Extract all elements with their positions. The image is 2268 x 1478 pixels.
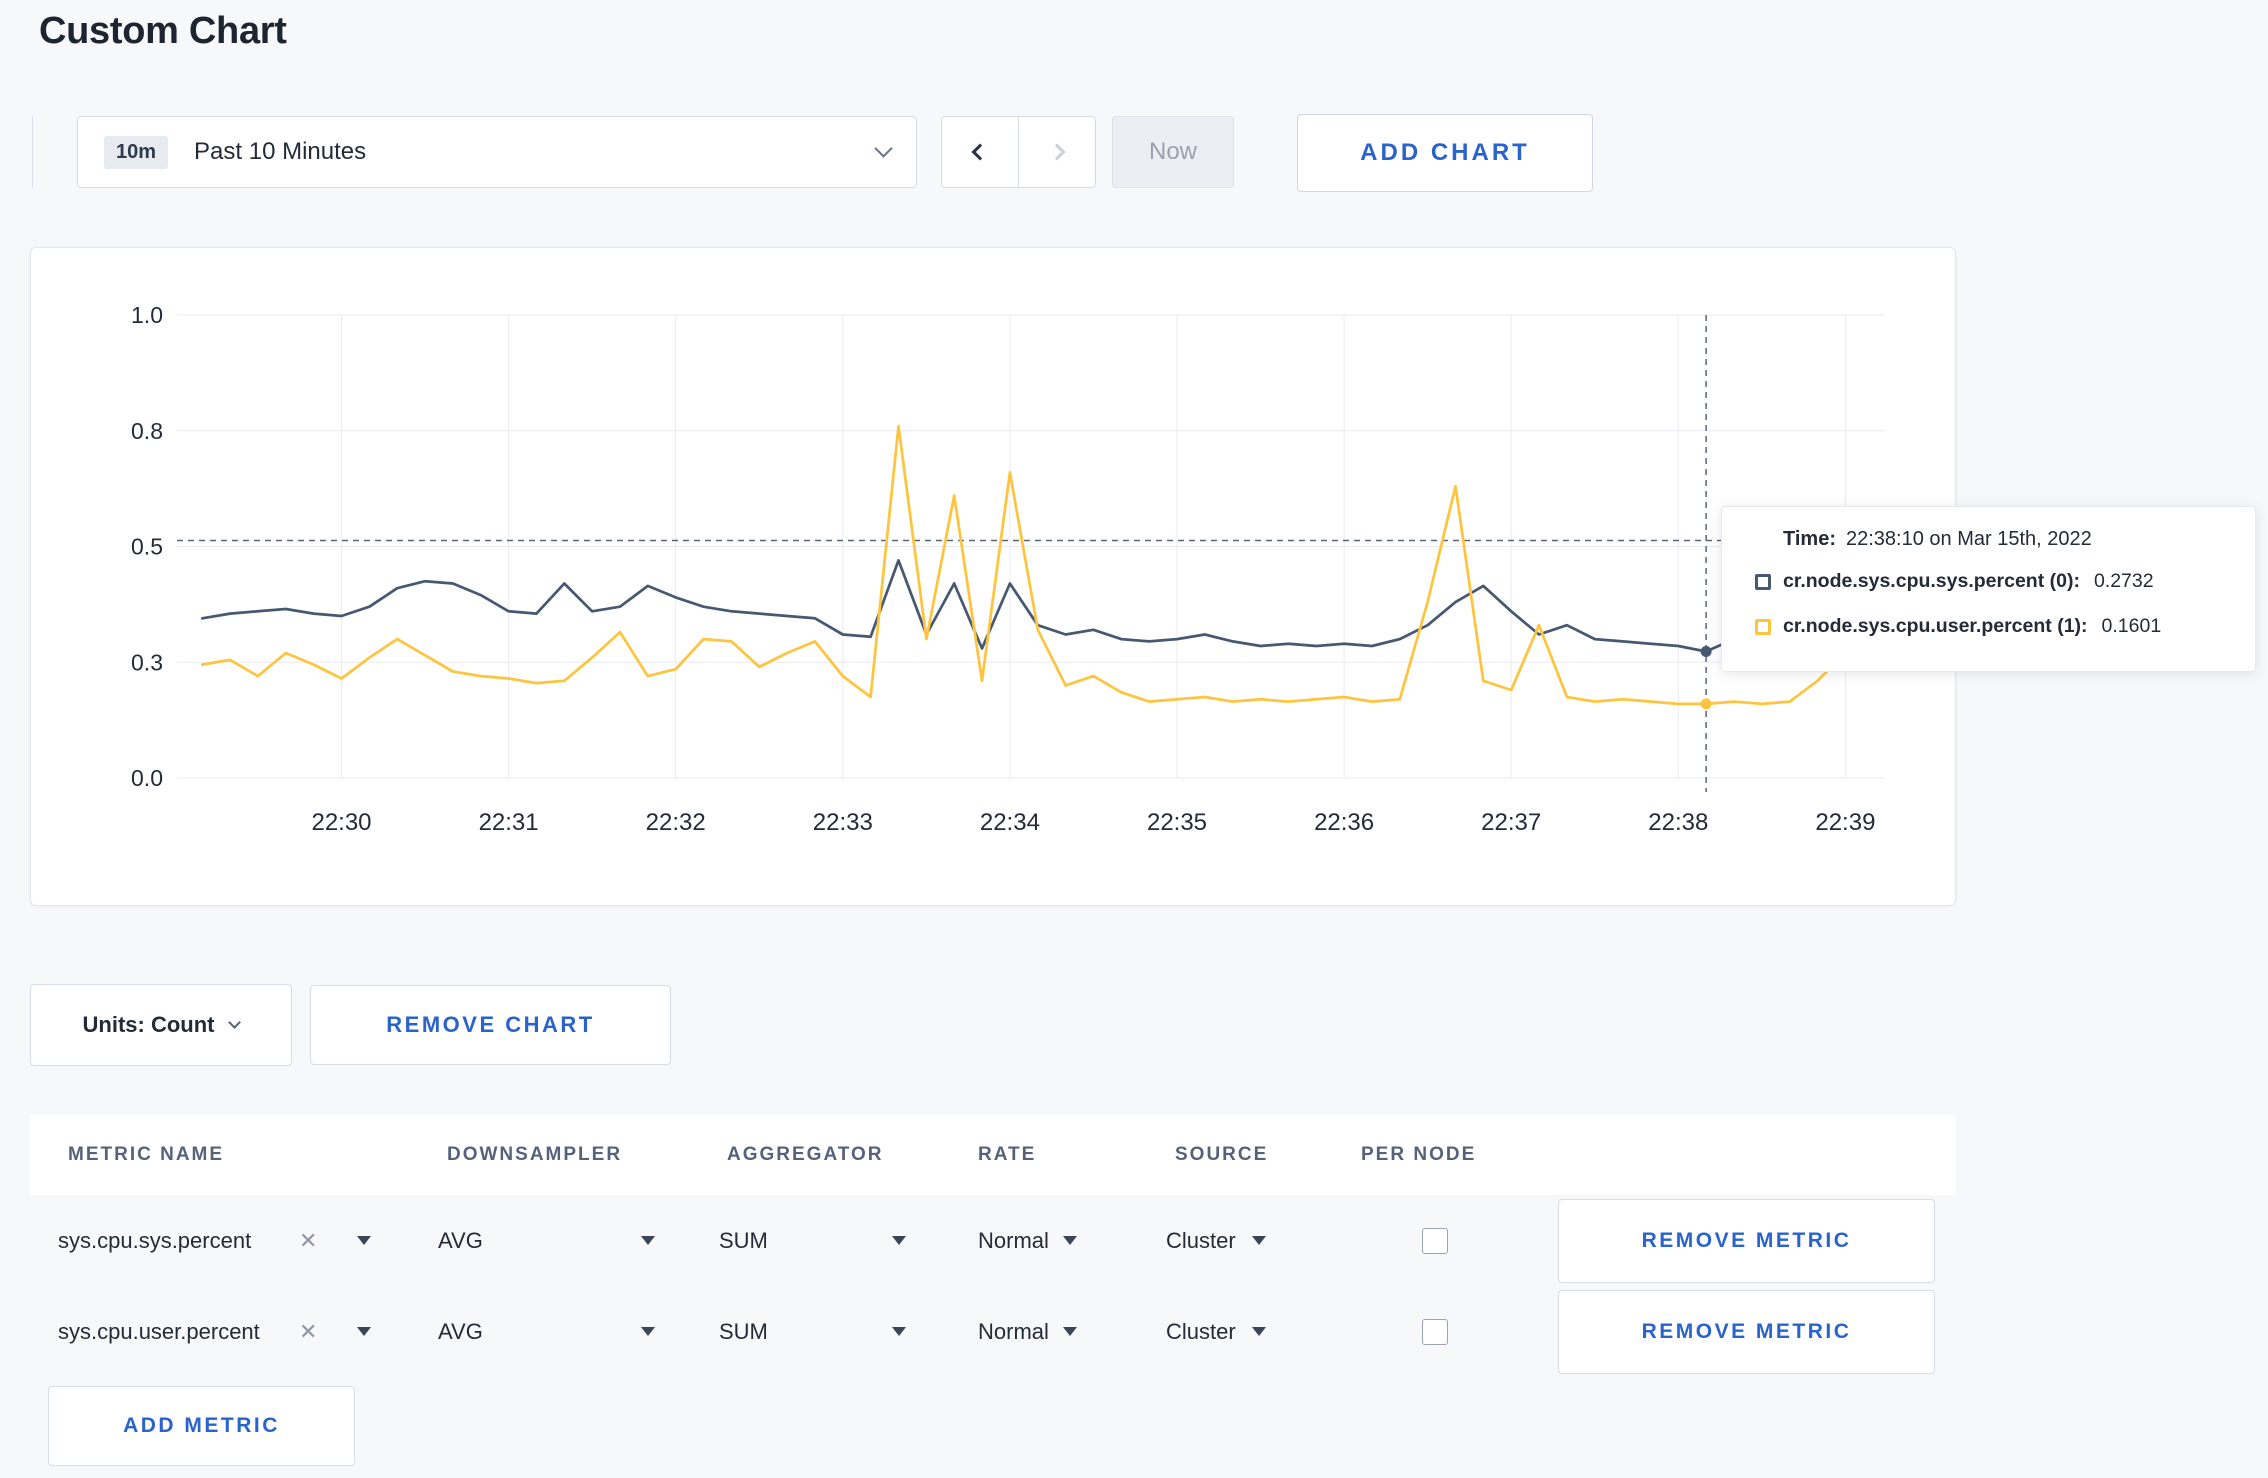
y-axis-label: 0.5 (131, 534, 163, 560)
source-value: Cluster (1166, 1227, 1236, 1253)
source-value: Cluster (1166, 1318, 1236, 1344)
chevron-left-icon (971, 143, 989, 161)
prev-range-button[interactable] (941, 116, 1019, 188)
remove-metric-button[interactable]: REMOVE METRIC (1558, 1198, 1935, 1283)
y-axis-label: 0.3 (131, 649, 163, 675)
metric-name-select[interactable]: sys.cpu.user.percent ✕ (58, 1319, 388, 1345)
x-axis-label: 22:37 (1481, 809, 1541, 836)
tooltip-time-row: Time: 22:38:10 on Mar 15th, 2022 (1783, 519, 2235, 559)
tooltip-series-name: cr.node.sys.cpu.sys.percent (0): (1783, 570, 2080, 592)
caret-down-icon (641, 1236, 655, 1245)
x-axis-label: 22:32 (646, 809, 706, 836)
series-sys-swatch-icon (1755, 573, 1771, 590)
tooltip-series-row: cr.node.sys.cpu.sys.percent (0): 0.2732 (1755, 559, 2235, 604)
caret-down-icon (357, 1327, 371, 1336)
next-range-button[interactable] (1018, 116, 1096, 188)
tooltip-time-label: Time: (1783, 527, 1836, 550)
chevron-down-icon (228, 1016, 242, 1029)
column-header-per-node: PER NODE (1361, 1144, 1477, 1165)
metrics-table-header: METRIC NAME DOWNSAMPLER AGGREGATOR RATE … (30, 1115, 1956, 1195)
x-axis-label: 22:38 (1648, 809, 1708, 836)
remove-chart-button[interactable]: REMOVE CHART (310, 985, 671, 1065)
metric-name-select[interactable]: sys.cpu.sys.percent ✕ (58, 1228, 388, 1254)
column-header-downsampler: DOWNSAMPLER (447, 1144, 623, 1165)
caret-down-icon (892, 1236, 906, 1245)
now-button[interactable]: Now (1112, 116, 1234, 188)
chart-card: 0.0 0.3 0.5 0.8 1.0 22:30 22:31 22:32 22:33 22:34… (30, 247, 1956, 906)
x-axis-label: 22:39 (1815, 809, 1875, 836)
rate-select[interactable]: Normal (978, 1319, 1077, 1345)
series-user-swatch-icon (1755, 618, 1771, 635)
caret-down-icon (1251, 1236, 1266, 1245)
caret-down-icon (1062, 1236, 1077, 1245)
metric-name-value: sys.cpu.sys.percent (58, 1227, 252, 1253)
units-label: Units: Count (82, 1012, 215, 1037)
tooltip-series-row: cr.node.sys.cpu.user.percent (1): 0.1601 (1755, 604, 2235, 649)
per-node-checkbox[interactable] (1422, 1318, 1448, 1345)
chart-plot[interactable]: 0.0 0.3 0.5 0.8 1.0 22:30 22:31 22:32 22:33 22:34… (31, 248, 1957, 907)
tooltip-series-value: 0.2732 (2093, 570, 2154, 592)
caret-down-icon (1062, 1327, 1077, 1336)
chevron-right-icon (1048, 143, 1066, 161)
custom-chart-page: Custom Chart 10m Past 10 Minutes Now ADD… (0, 0, 2268, 1478)
per-node-checkbox[interactable] (1422, 1227, 1448, 1254)
x-axis-label: 22:35 (1147, 809, 1207, 836)
toolbar-divider (32, 116, 33, 188)
column-header-metric-name: METRIC NAME (68, 1144, 225, 1165)
rate-value: Normal (978, 1318, 1049, 1344)
source-select[interactable]: Cluster (1166, 1228, 1266, 1254)
time-nav-group (941, 116, 1096, 188)
x-axis-label: 22:34 (980, 809, 1040, 836)
chart-tooltip: Time: 22:38:10 on Mar 15th, 2022 cr.node… (1721, 506, 2256, 672)
remove-metric-button[interactable]: REMOVE METRIC (1558, 1289, 1935, 1374)
tooltip-time-value: 22:38:10 on Mar 15th, 2022 (1845, 527, 2092, 550)
crosshair-point (1700, 646, 1712, 657)
tooltip-series-name: cr.node.sys.cpu.user.percent (1): (1783, 615, 2088, 637)
tooltip-series-value: 0.1601 (2101, 615, 2162, 637)
caret-down-icon (1251, 1327, 1266, 1336)
y-axis-label: 0.0 (131, 765, 163, 791)
aggregator-value: SUM (719, 1318, 768, 1344)
x-axis-label: 22:33 (813, 809, 873, 836)
x-axis-label: 22:30 (311, 809, 371, 836)
add-chart-button[interactable]: ADD CHART (1297, 114, 1593, 192)
clear-metric-icon[interactable]: ✕ (299, 1319, 317, 1345)
crosshair-point (1700, 698, 1712, 710)
page-title: Custom Chart (39, 10, 287, 52)
clear-metric-icon[interactable]: ✕ (299, 1228, 317, 1254)
per-node-cell (1422, 1227, 1448, 1254)
caret-down-icon (892, 1327, 906, 1336)
aggregator-value: SUM (719, 1227, 768, 1253)
caret-down-icon (641, 1327, 655, 1336)
x-axis-label: 22:36 (1314, 809, 1374, 836)
time-range-selector[interactable]: 10m Past 10 Minutes (77, 116, 917, 188)
chevron-down-icon (874, 138, 893, 158)
source-select[interactable]: Cluster (1166, 1319, 1266, 1345)
add-metric-button[interactable]: ADD METRIC (48, 1386, 355, 1466)
y-axis-label: 0.8 (131, 418, 163, 444)
metric-row: sys.cpu.sys.percent ✕ AVG SUM Normal Clu… (30, 1195, 1956, 1286)
caret-down-icon (357, 1236, 371, 1245)
column-header-rate: RATE (978, 1144, 1037, 1165)
column-header-source: SOURCE (1175, 1144, 1269, 1165)
metric-name-value: sys.cpu.user.percent (58, 1318, 260, 1344)
series-line (200, 559, 1875, 653)
downsampler-value: AVG (438, 1318, 483, 1344)
x-axis-label: 22:31 (479, 809, 539, 836)
y-axis-label: 1.0 (131, 302, 163, 328)
units-select-button[interactable]: Units: Count (30, 984, 292, 1066)
time-range-label: Past 10 Minutes (194, 138, 367, 165)
metric-row: sys.cpu.user.percent ✕ AVG SUM Normal Cl… (30, 1286, 1956, 1377)
time-range-badge: 10m (104, 135, 169, 169)
downsampler-value: AVG (438, 1227, 483, 1253)
column-header-aggregator: AGGREGATOR (727, 1144, 884, 1165)
per-node-cell (1422, 1318, 1448, 1345)
rate-select[interactable]: Normal (978, 1228, 1077, 1254)
rate-value: Normal (978, 1227, 1049, 1253)
